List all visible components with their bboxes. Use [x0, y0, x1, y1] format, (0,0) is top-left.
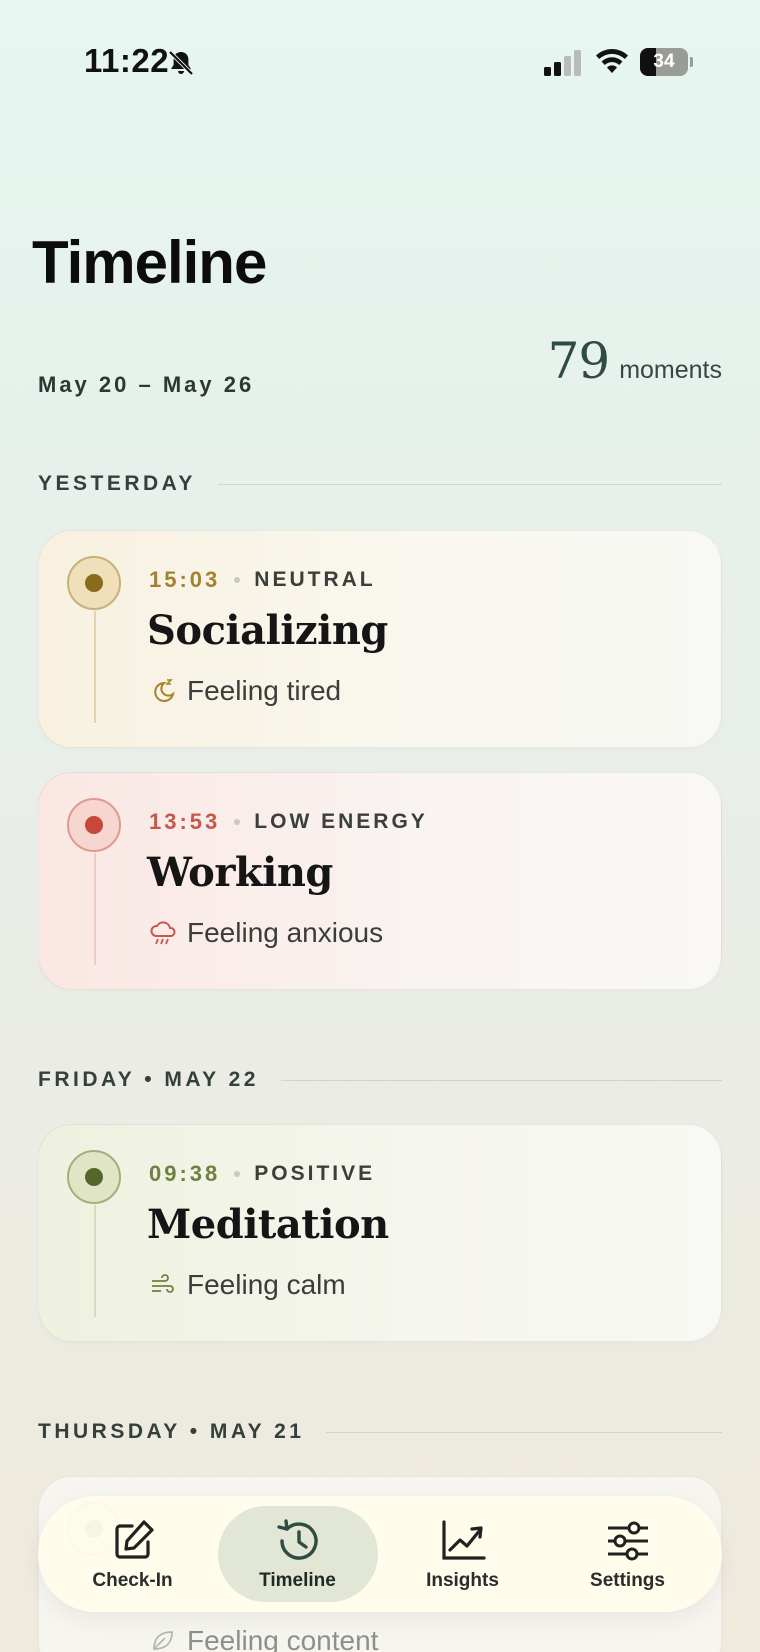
section-label: YESTERDAY: [38, 472, 196, 495]
date-range: May 20 – May 26: [38, 372, 255, 397]
moon-sleep-icon: [154, 679, 175, 702]
tab-insights[interactable]: Insights: [383, 1506, 543, 1602]
tab-label: Settings: [590, 1570, 665, 1591]
entry-feeling: Feeling calm: [149, 1269, 346, 1301]
entry-feeling: Feeling content: [149, 1625, 378, 1652]
sliders-icon: [607, 1521, 648, 1561]
feeling-text: Feeling tired: [187, 675, 342, 706]
feeling-text: Feeling anxious: [187, 917, 384, 948]
wind-icon: [152, 1274, 174, 1293]
timeline-line: [94, 611, 96, 723]
entry-meta: 13:53 LOW ENERGY: [149, 809, 428, 835]
feeling-text: Feeling content: [187, 1625, 379, 1652]
timeline-line: [94, 1205, 96, 1317]
entry-mood: LOW ENERGY: [254, 810, 428, 833]
leaf-icon: [153, 1631, 173, 1650]
history-clock-icon: [276, 1519, 318, 1560]
moments-label: moments: [619, 356, 722, 384]
entry-time: 13:53: [149, 809, 221, 834]
rain-cloud-icon: [150, 921, 176, 945]
section-header-yesterday: YESTERDAY: [38, 472, 722, 496]
mood-dot: [67, 1150, 121, 1204]
section-divider: [217, 483, 722, 485]
section-label: THURSDAY • MAY 21: [38, 1420, 305, 1443]
wifi-icon: [596, 49, 628, 73]
timeline-entry-card[interactable]: 13:53 LOW ENERGY Working Feeling anxious: [38, 772, 722, 990]
entry-mood: NEUTRAL: [254, 568, 376, 591]
tab-settings[interactable]: Settings: [548, 1506, 708, 1602]
tab-timeline[interactable]: Timeline: [217, 1506, 378, 1602]
moments-count: 79: [547, 332, 611, 390]
section-header-friday: FRIDAY • MAY 22: [38, 1068, 722, 1092]
tab-label: Timeline: [259, 1570, 336, 1591]
feeling-text: Feeling calm: [187, 1269, 346, 1300]
entry-meta: 09:38 POSITIVE: [149, 1161, 375, 1187]
page-title: Timeline: [32, 229, 267, 296]
entry-time: 09:38: [149, 1161, 221, 1186]
timeline-line: [94, 853, 96, 965]
timeline-entry-card[interactable]: 15:03 NEUTRAL Socializing Feeling tired: [38, 530, 722, 748]
status-bar: 11:22 34: [0, 40, 760, 84]
battery-level: 34: [653, 51, 675, 72]
tab-check-in[interactable]: Check-In: [53, 1506, 213, 1602]
edit-square-icon: [114, 1520, 154, 1559]
entry-feeling: Feeling anxious: [149, 917, 383, 949]
section-divider: [326, 1431, 722, 1433]
mood-dot: [67, 798, 121, 852]
entry-time: 15:03: [149, 567, 221, 592]
entry-activity: Meditation: [147, 1201, 389, 1248]
mood-dot: [67, 556, 121, 610]
trend-chart-icon: [441, 1520, 486, 1560]
section-divider: [280, 1079, 722, 1081]
section-label: FRIDAY • MAY 22: [38, 1068, 259, 1091]
tab-bar: Check-In Timeline Insights Settings: [38, 1496, 722, 1612]
tab-label: Check-In: [92, 1570, 173, 1591]
battery-icon: 34: [640, 48, 693, 76]
entry-activity: Socializing: [147, 607, 388, 654]
bell-slash-icon: [168, 50, 194, 76]
cellular-signal-icon: [544, 50, 581, 76]
entry-meta: 15:03 NEUTRAL: [149, 567, 376, 593]
entry-mood: POSITIVE: [254, 1162, 376, 1185]
section-header-thursday: THURSDAY • MAY 21: [38, 1420, 722, 1444]
entry-feeling: Feeling tired: [149, 675, 341, 707]
tab-label: Insights: [426, 1570, 499, 1591]
status-time: 11:22: [84, 42, 170, 79]
moments-summary: 79 moments: [548, 332, 722, 390]
entry-activity: Working: [147, 849, 333, 896]
timeline-entry-card[interactable]: 09:38 POSITIVE Meditation Feeling calm: [38, 1124, 722, 1342]
